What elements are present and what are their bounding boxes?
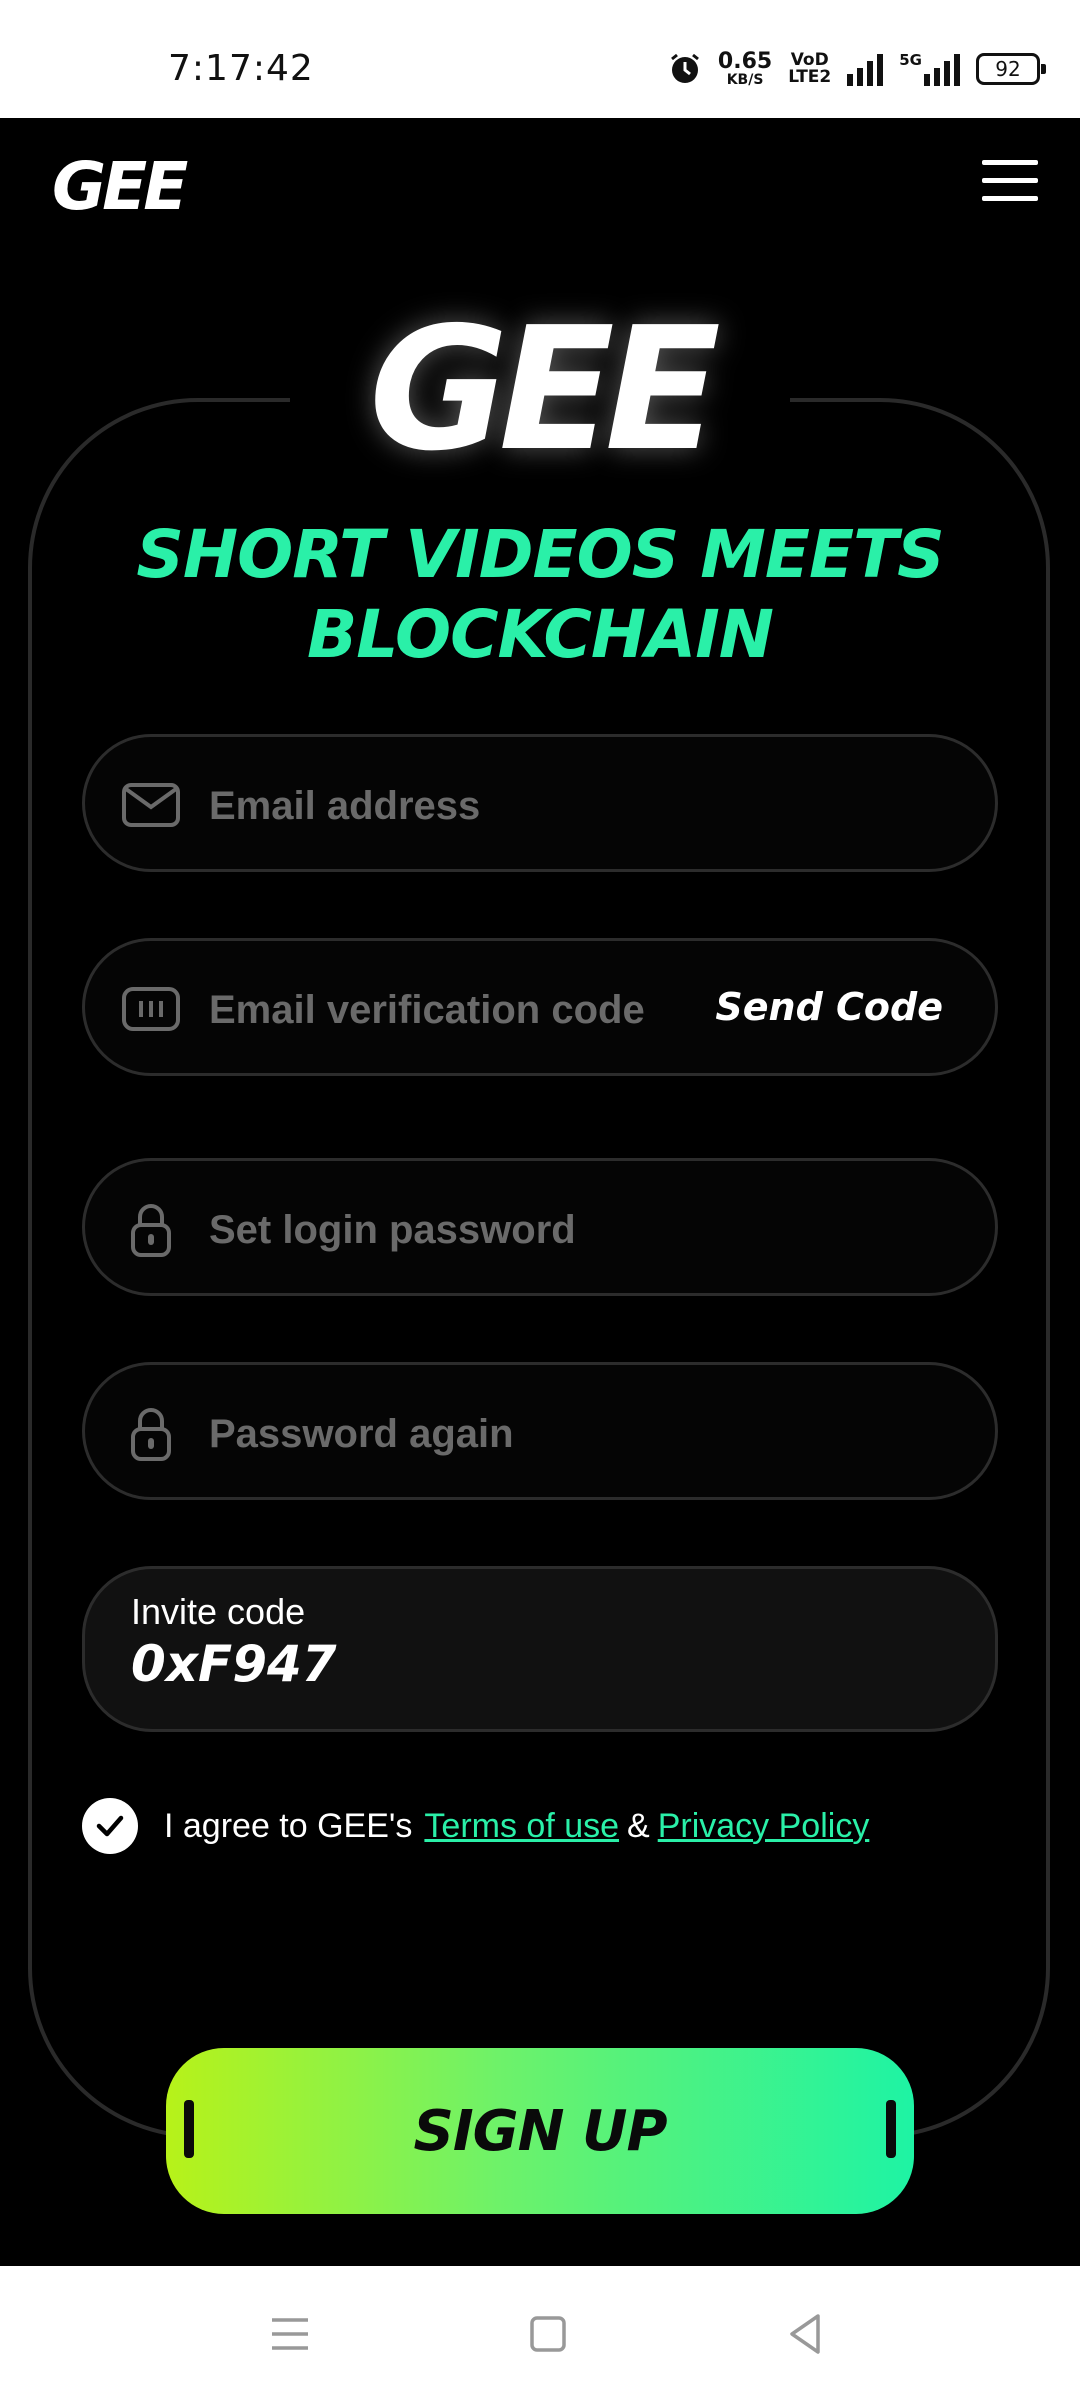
system-nav-bar [0, 2266, 1080, 2400]
home-icon[interactable] [520, 2306, 576, 2362]
5g-signal-icon: 5G [899, 52, 960, 86]
status-bar: 7:17:42 0.65 KB/S VoD LTE2 5G 92 [0, 0, 1080, 118]
agree-text: I agree to GEE's [164, 1806, 413, 1845]
header-logo[interactable]: GEE [52, 148, 188, 225]
net-speed: 0.65 KB/S [717, 49, 773, 88]
recent-apps-icon[interactable] [262, 2306, 318, 2362]
button-right-notch [886, 2100, 896, 2158]
privacy-link[interactable]: Privacy Policy [658, 1807, 870, 1846]
email-field-container [82, 734, 998, 872]
hero-logo: GEE [290, 290, 790, 490]
invite-code-field[interactable]: Invite code 0xF947 [82, 1566, 998, 1732]
terms-agreement: I agree to GEE's Terms of use & Privacy … [82, 1796, 877, 1856]
checkmark-icon [96, 1815, 124, 1837]
signup-label: SIGN UP [413, 2098, 667, 2164]
page-title: SHORT VIDEOS MEETS BLOCKCHAIN [136, 516, 944, 673]
menu-icon[interactable] [982, 160, 1038, 206]
button-left-notch [184, 2100, 194, 2158]
lock-icon [131, 1408, 171, 1461]
status-icons: 0.65 KB/S VoD LTE2 5G 92 [668, 44, 1046, 94]
battery-icon: 92 [976, 53, 1046, 85]
mail-icon [122, 783, 180, 827]
vod-indicator: VoD LTE2 [788, 50, 832, 87]
invite-code-value: 0xF947 [131, 1635, 337, 1693]
code-icon [122, 987, 180, 1031]
signup-button[interactable]: SIGN UP [166, 2048, 914, 2214]
status-time: 7:17:42 [168, 48, 314, 89]
alarm-icon [670, 53, 699, 83]
invite-code-label: Invite code [131, 1591, 306, 1632]
agree-checkbox[interactable] [82, 1798, 138, 1854]
terms-link[interactable]: Terms of use [424, 1807, 619, 1846]
code-field-container: Send Code [82, 938, 998, 1076]
back-icon[interactable] [778, 2306, 834, 2362]
password-again-field-container [82, 1362, 998, 1500]
password-input[interactable] [207, 1191, 771, 1269]
password-field-container [82, 1158, 998, 1296]
password-again-input[interactable] [207, 1395, 771, 1473]
send-code-button[interactable]: Send Code [715, 985, 943, 1029]
lock-icon [131, 1204, 171, 1257]
ampersand: & [627, 1806, 650, 1845]
email-input[interactable] [207, 767, 771, 845]
signal-icon [847, 52, 884, 86]
app-header: GEE [0, 118, 1080, 238]
verification-code-input[interactable] [207, 971, 771, 1049]
